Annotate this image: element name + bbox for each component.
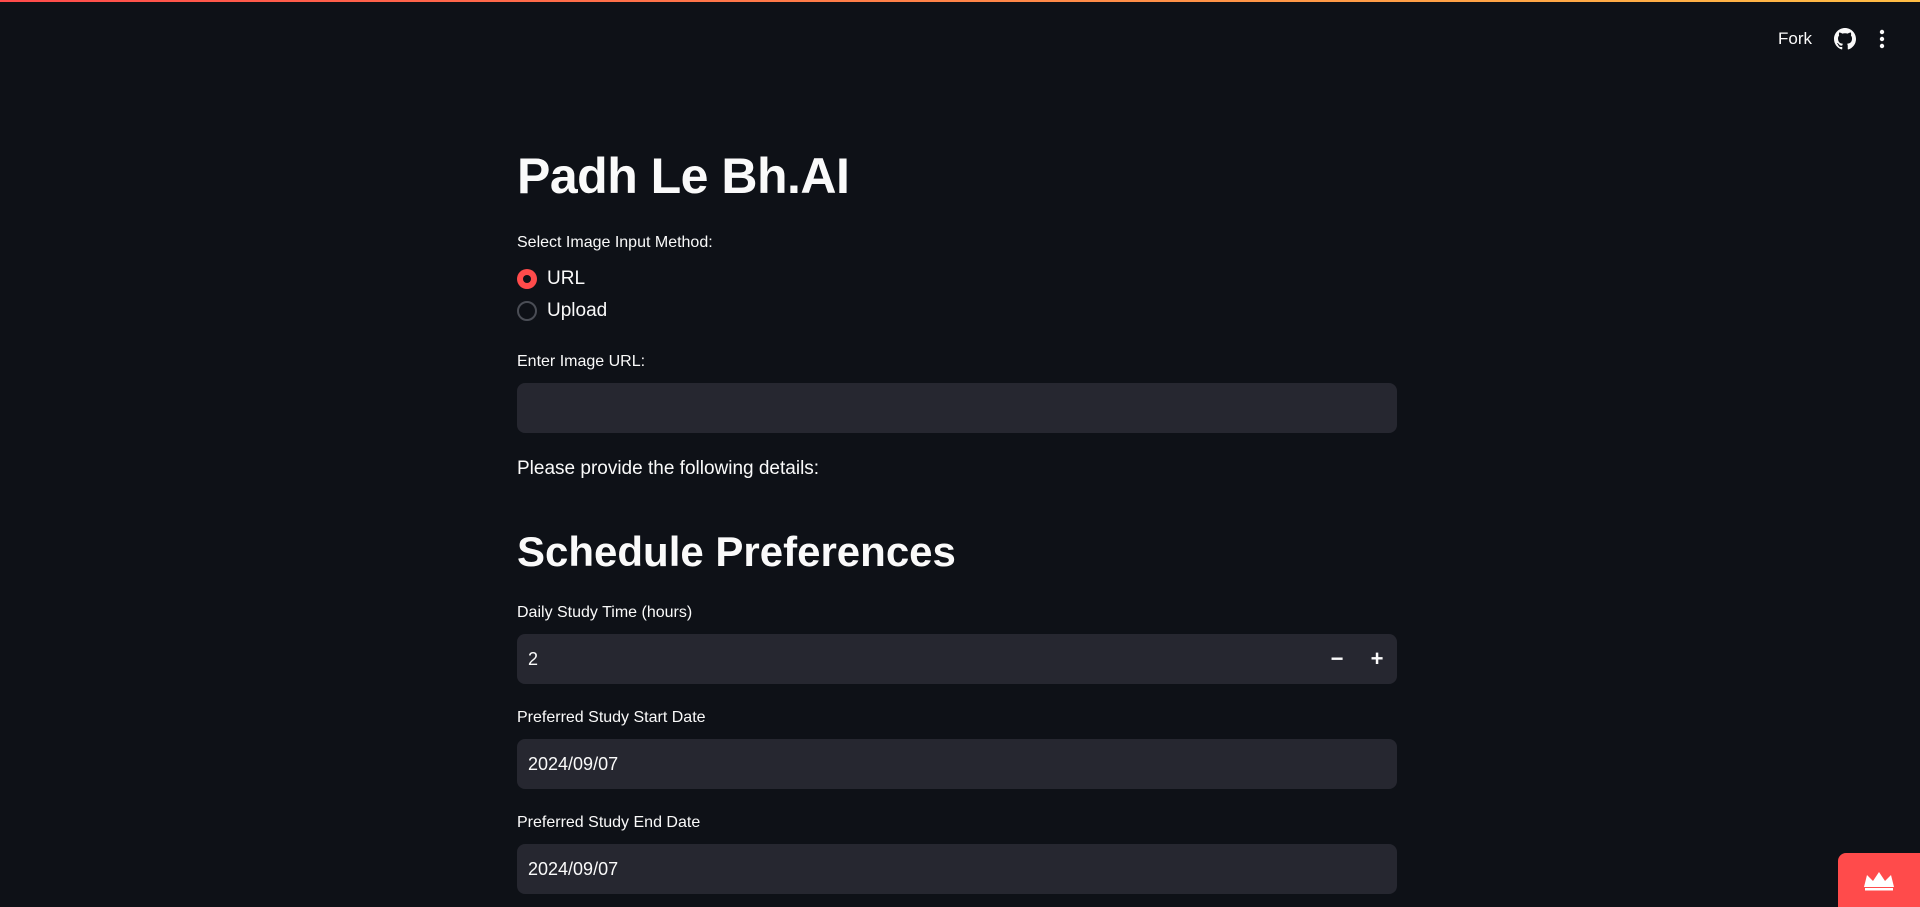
start-date-label: Preferred Study Start Date [517,709,706,726]
start-date-input[interactable] [517,739,1397,789]
radio-option-label: Upload [547,300,608,321]
radio-option-upload[interactable]: Upload [517,300,607,322]
schedule-preferences-heading: Schedule Preferences [517,528,956,575]
radio-option-url[interactable]: URL [517,268,585,290]
daily-study-time-input[interactable] [517,634,1317,684]
fork-button[interactable]: Fork [1778,29,1812,49]
end-date-field [517,844,1397,894]
kebab-menu-icon[interactable] [1878,28,1886,50]
end-date-input[interactable] [517,844,1397,894]
image-url-label: Enter Image URL: [517,353,646,370]
daily-study-time-stepper: − + [517,634,1397,684]
image-url-field [517,383,1397,433]
radio-option-label: URL [547,268,586,289]
input-method-label: Select Image Input Method: [517,234,713,251]
details-prompt: Please provide the following details: [517,458,820,479]
crown-icon [1864,872,1894,891]
page-title: Padh Le Bh.AI [517,148,850,204]
github-icon[interactable] [1834,28,1856,50]
streamlit-badge-button[interactable] [1838,853,1920,907]
start-date-field [517,739,1397,789]
decrement-button[interactable]: − [1317,634,1357,684]
radio-checked-icon [517,269,537,289]
top-decoration-bar [0,0,1920,2]
radio-unchecked-icon [517,301,537,321]
daily-study-time-label: Daily Study Time (hours) [517,604,693,621]
app-toolbar: Fork [1778,28,1886,50]
increment-button[interactable]: + [1357,634,1397,684]
end-date-label: Preferred Study End Date [517,814,701,831]
image-url-input[interactable] [517,383,1397,433]
